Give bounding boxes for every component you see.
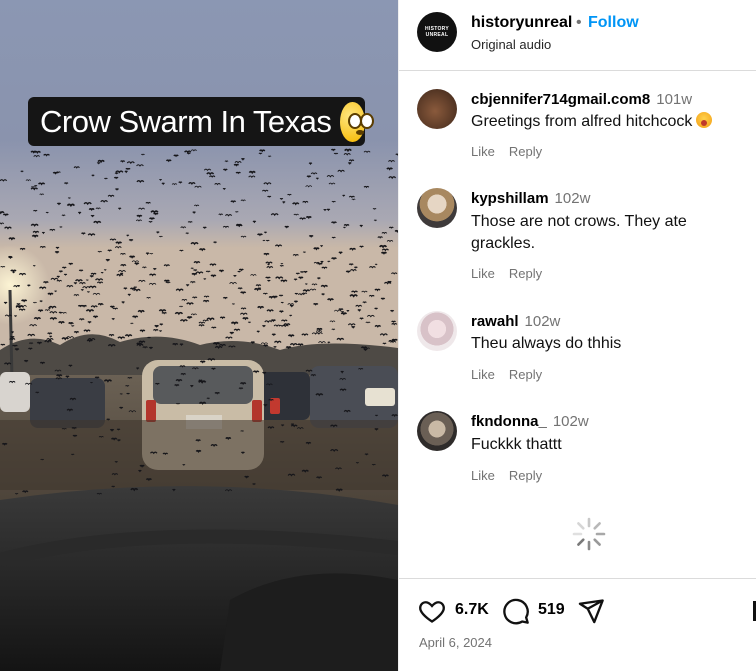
comment-username[interactable]: rawahl 102w — [471, 313, 560, 330]
video-caption: Crow Swarm In Texas — [28, 97, 374, 146]
comment-actions: Like Reply — [471, 144, 556, 159]
comment-username[interactable]: fkndonna_ 102w — [471, 413, 589, 430]
comment-text: Those are not crows. They ate grackles. — [471, 213, 687, 252]
share-icon[interactable] — [577, 597, 605, 625]
commenter-avatar[interactable] — [417, 188, 457, 228]
comment-text: Theu always do thhis — [471, 335, 622, 352]
like-button[interactable]: Like — [471, 367, 495, 382]
post-header: HISTORY UNREAL historyunreal • Follow Or… — [399, 0, 756, 71]
comment-username[interactable]: cbjennifer714gmail.com8 101w — [471, 91, 692, 108]
comment-username-text[interactable]: rawahl — [471, 313, 519, 330]
follow-button[interactable]: Follow — [588, 14, 639, 32]
author-avatar-text: HISTORY UNREAL — [424, 26, 450, 38]
comment-time: 102w — [554, 190, 591, 207]
comment-time: 101w — [656, 91, 693, 108]
comment-username-text[interactable]: cbjennifer714gmail.com8 — [471, 91, 650, 108]
reply-button[interactable]: Reply — [509, 144, 542, 159]
post-footer: 6.7K 519 April 6, 2024 — [399, 578, 756, 671]
comment-actions: Like Reply — [471, 266, 556, 281]
comment-text: Greetings from alfred hitchcock — [471, 111, 741, 133]
audio-label[interactable]: Original audio — [471, 37, 551, 52]
comment-actions: Like Reply — [471, 468, 556, 483]
heart-icon[interactable] — [417, 597, 447, 625]
reply-button[interactable]: Reply — [509, 367, 542, 382]
comment-username-text[interactable]: fkndonna_ — [471, 413, 547, 430]
like-button[interactable]: Like — [471, 266, 495, 281]
caption-text: Crow Swarm In Texas — [40, 103, 332, 139]
comment-username-text[interactable]: kypshillam — [471, 190, 549, 207]
commenter-avatar[interactable] — [417, 411, 457, 451]
like-button[interactable]: Like — [471, 144, 495, 159]
reply-button[interactable]: Reply — [509, 468, 542, 483]
comment-text-content: Greetings from alfred hitchcock — [471, 113, 693, 130]
like-button[interactable]: Like — [471, 468, 495, 483]
post-panel: HISTORY UNREAL historyunreal • Follow Or… — [398, 0, 756, 671]
comment-time: 102w — [524, 313, 561, 330]
author-avatar[interactable]: HISTORY UNREAL — [417, 12, 457, 52]
comment-bubble-icon[interactable] — [501, 597, 531, 625]
reply-button[interactable]: Reply — [509, 266, 542, 281]
commenter-avatar[interactable] — [417, 89, 457, 129]
comment-username[interactable]: kypshillam 102w — [471, 190, 590, 207]
comment-count[interactable]: 519 — [538, 601, 565, 619]
post-date: April 6, 2024 — [419, 635, 492, 650]
comment-time: 102w — [552, 413, 589, 430]
separator-dot: • — [576, 14, 582, 31]
comment-actions: Like Reply — [471, 367, 556, 382]
comment-text: Fuckkk thattt — [471, 436, 562, 453]
screaming-face-emoji — [696, 112, 713, 128]
video-player[interactable]: Crow Swarm In Texas — [0, 0, 398, 671]
loading-spinner-icon — [572, 517, 606, 551]
like-count[interactable]: 6.7K — [455, 601, 489, 619]
commenter-avatar[interactable] — [417, 311, 457, 351]
flushed-face-emoji — [340, 101, 374, 142]
author-username[interactable]: historyunreal — [471, 14, 572, 32]
